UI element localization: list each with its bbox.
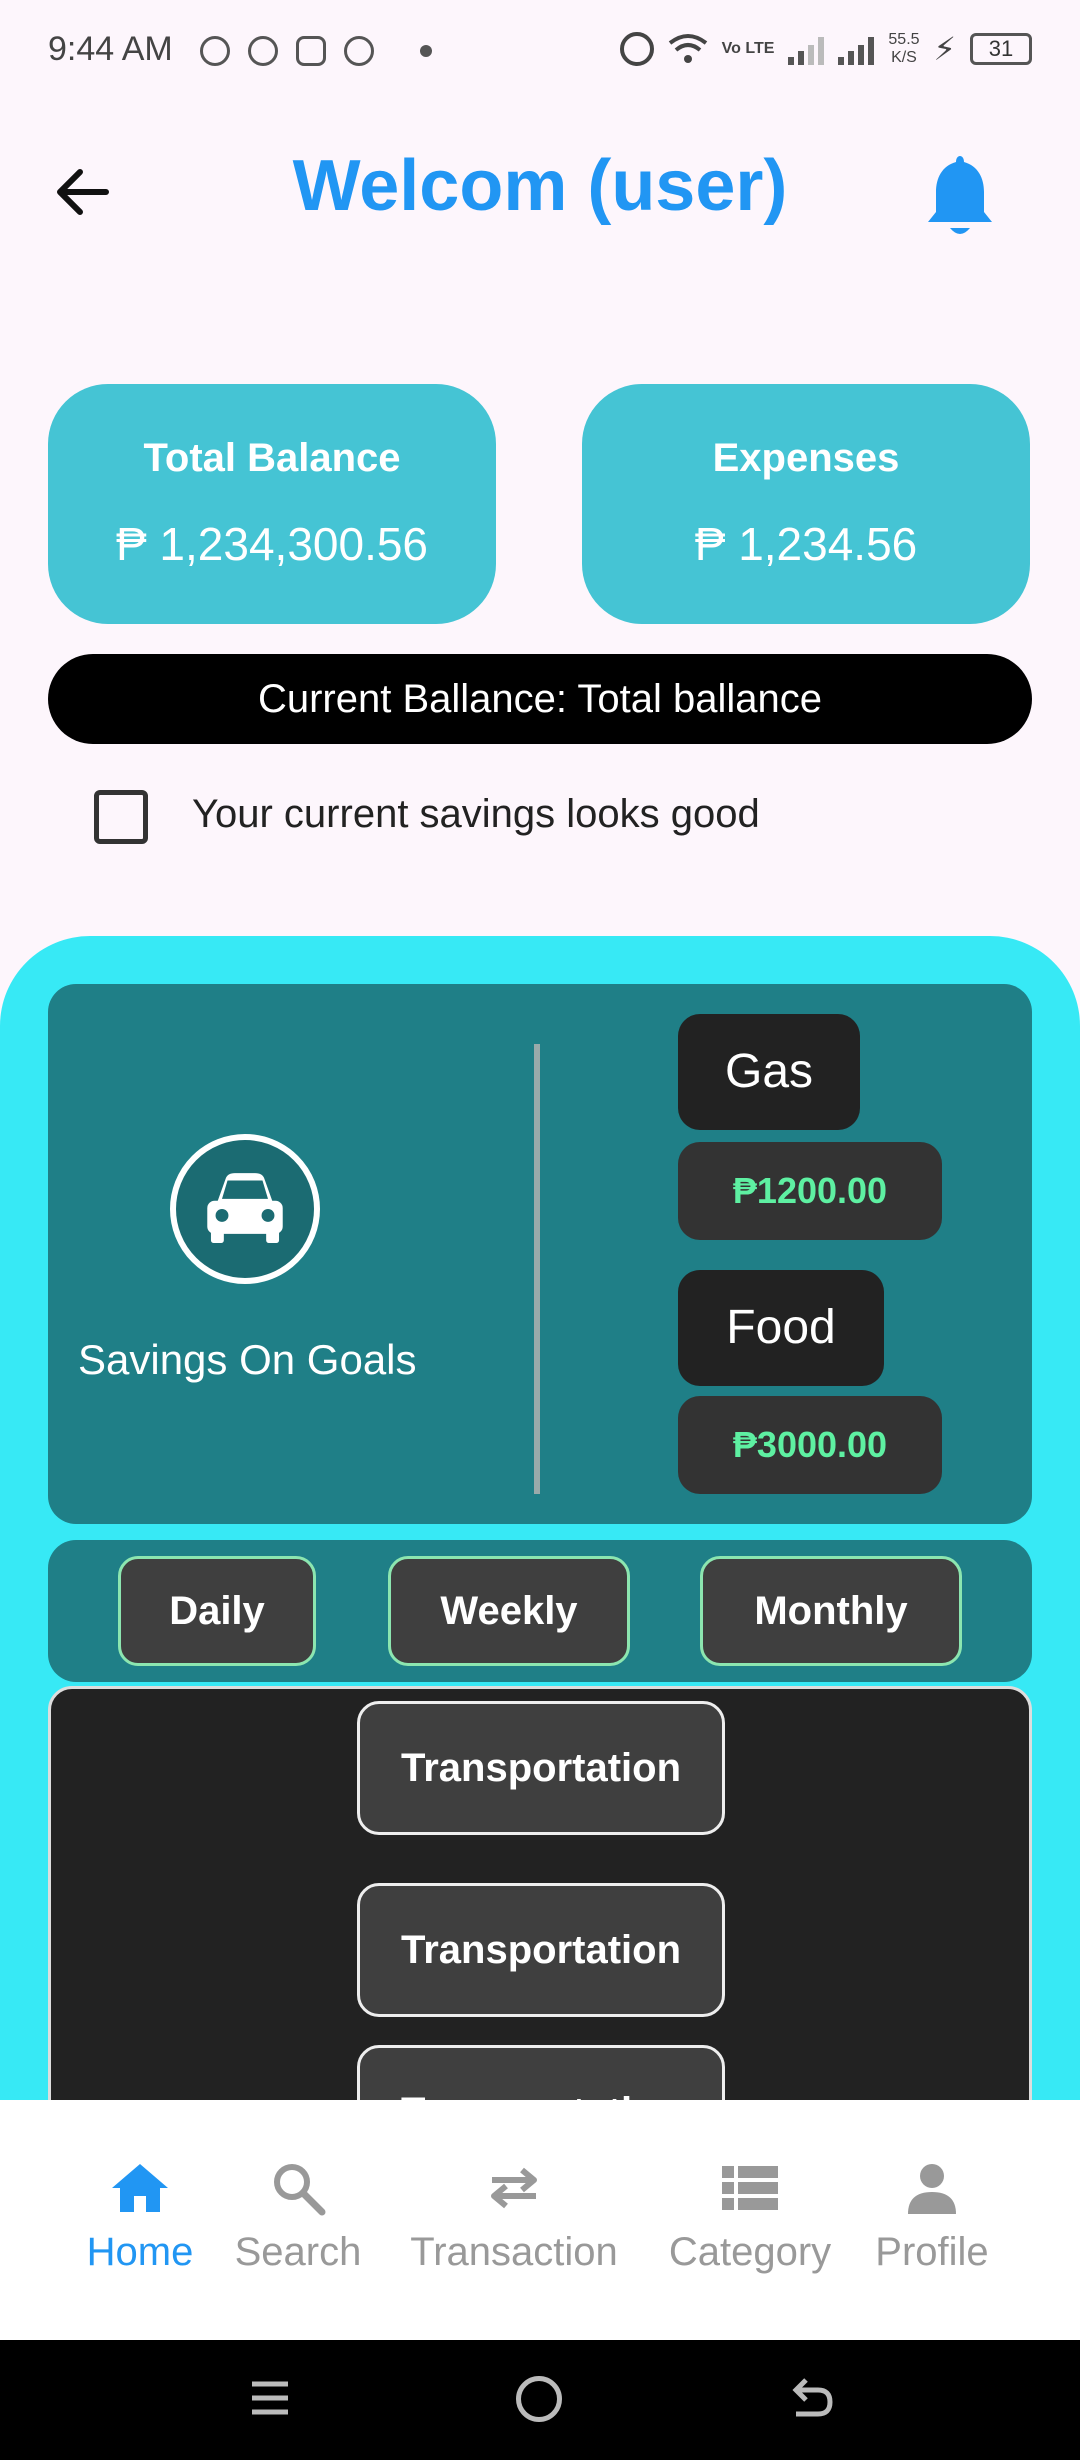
savings-goals-label: Savings On Goals [78, 1336, 417, 1383]
network-speed: 55.5 K/S [888, 31, 919, 67]
goal-food-name[interactable]: Food [678, 1270, 884, 1386]
search-icon [274, 2164, 326, 2216]
battery-level: 31 [970, 33, 1032, 65]
nav-transaction-label: Transaction [410, 2230, 618, 2274]
bell-icon[interactable] [920, 150, 1000, 240]
nav-home-label: Home [86, 2230, 194, 2274]
current-balance-bar: Current Ballance: Total ballance [48, 654, 1032, 744]
list-item[interactable]: Transportation [357, 1883, 725, 2017]
status-indicators: Vo LTE 55.5 K/S ⚡ 31 [619, 30, 1032, 68]
person-icon [908, 2164, 956, 2214]
savings-checkbox[interactable] [94, 790, 148, 844]
wifi-icon [668, 34, 707, 63]
signal-1-icon [788, 33, 825, 65]
home-icon [112, 2164, 168, 2212]
facebook-icon [344, 36, 374, 66]
list-icon [722, 2166, 778, 2210]
savings-checkbox-label: Your current savings looks good [192, 792, 760, 836]
nav-search[interactable]: Search [228, 2160, 368, 2275]
total-balance-title: Total Balance [143, 436, 401, 480]
speed-unit: K/S [891, 49, 917, 66]
car-icon [170, 1134, 320, 1284]
system-back-icon[interactable] [786, 2374, 836, 2424]
swap-icon [491, 2167, 537, 2209]
instagram-icon [296, 36, 326, 66]
expenses-card: Expenses ₱ 1,234.56 [582, 384, 1030, 624]
weekly-button[interactable]: Weekly [388, 1556, 630, 1666]
goal-gas-amount: ₱1200.00 [678, 1142, 942, 1240]
nav-category[interactable]: Category [660, 2160, 840, 2275]
nav-home[interactable]: Home [80, 2160, 200, 2275]
goals-divider [534, 1044, 540, 1494]
recent-apps-icon[interactable] [248, 2376, 292, 2420]
expenses-title: Expenses [712, 436, 900, 480]
chrome-icon [248, 36, 278, 66]
messenger-icon [200, 36, 230, 66]
volte-label: Vo LTE [721, 40, 775, 57]
notification-icons [200, 36, 432, 66]
page-title: Welcom (user) [292, 146, 788, 226]
monthly-button[interactable]: Monthly [700, 1556, 962, 1666]
signal-2-icon [838, 33, 875, 65]
nav-transaction[interactable]: Transaction [396, 2160, 632, 2275]
speed-value: 55.5 [888, 31, 920, 48]
charging-icon: ⚡ [933, 31, 956, 67]
total-balance-value: ₱ 1,234,300.56 [115, 518, 429, 570]
nav-category-label: Category [668, 2230, 832, 2274]
goal-food-amount: ₱3000.00 [678, 1396, 942, 1494]
alarm-icon [619, 32, 654, 66]
expenses-value: ₱ 1,234.56 [694, 518, 918, 570]
nav-search-label: Search [234, 2230, 362, 2274]
nav-profile-label: Profile [875, 2230, 989, 2274]
list-item[interactable]: Transportation [357, 1701, 725, 1835]
status-bar: 9:44 AM Vo LTE 55.5 K/S ⚡ 31 [0, 0, 1080, 110]
home-circle-icon[interactable] [516, 2376, 562, 2422]
nav-profile[interactable]: Profile [862, 2160, 1002, 2275]
status-time: 9:44 AM [48, 30, 173, 68]
more-notifications-dot-icon [420, 45, 432, 57]
transaction-list[interactable]: Transportation Transportation Transporta… [48, 1686, 1032, 2136]
daily-button[interactable]: Daily [118, 1556, 316, 1666]
goal-gas-name[interactable]: Gas [678, 1014, 860, 1130]
total-balance-card: Total Balance ₱ 1,234,300.56 [48, 384, 496, 624]
